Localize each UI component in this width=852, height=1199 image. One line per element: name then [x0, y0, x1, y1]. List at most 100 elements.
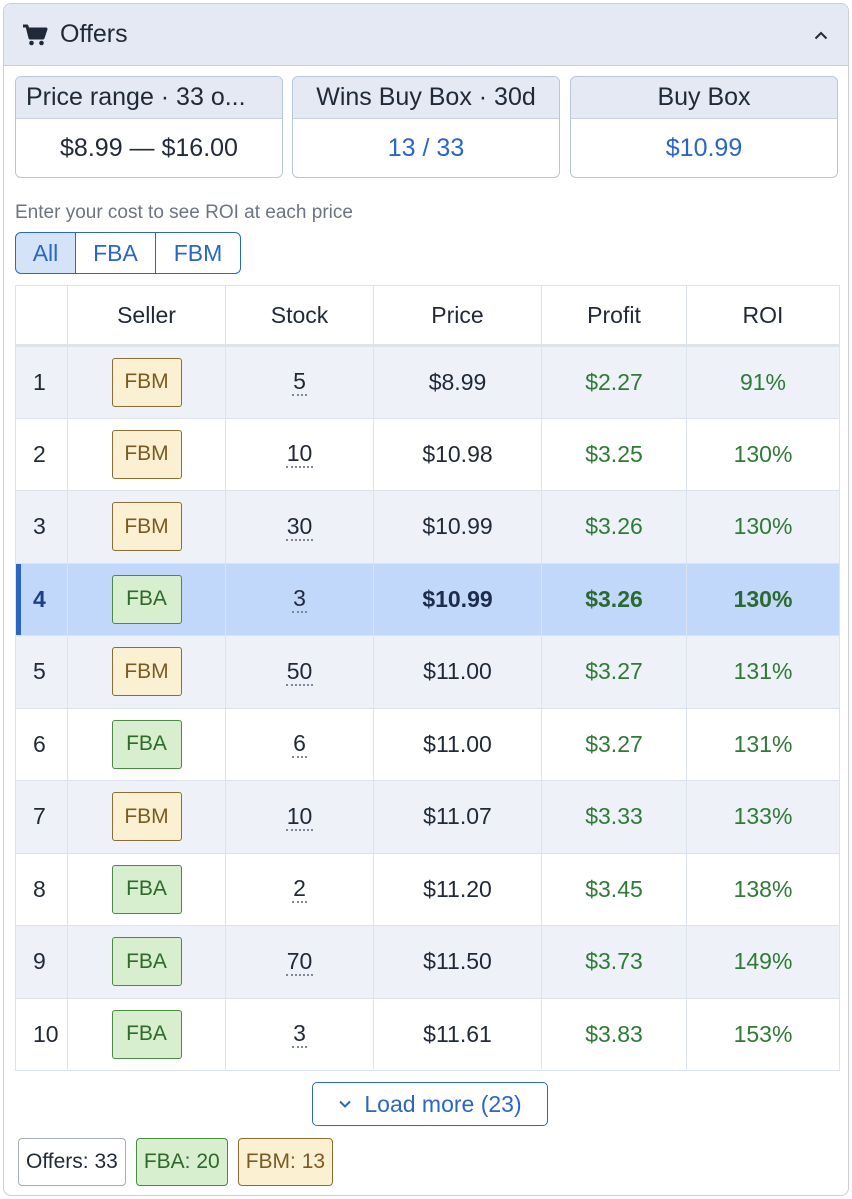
seller-badge: FBA: [111, 574, 182, 624]
row-rank: 5: [15, 635, 68, 709]
table-row[interactable]: 5 FBM 50 $11.00 $3.27 131%: [15, 635, 840, 709]
profit-cell: $3.26: [541, 490, 687, 564]
offers-panel: Offers Price range · 33 o... $8.99 — $16…: [3, 3, 849, 1196]
buy-box-wins-label: Wins Buy Box · 30d: [316, 83, 536, 111]
roi-cell: 133%: [686, 780, 840, 854]
load-more-button[interactable]: Load more (23): [312, 1082, 548, 1126]
panel-header[interactable]: Offers: [4, 4, 848, 66]
offers-count-chip: Offers: 33: [18, 1138, 126, 1186]
row-rank: 4: [15, 562, 68, 636]
row-rank: 7: [15, 780, 68, 854]
roi-cell: 131%: [686, 707, 840, 781]
roi-cell: 130%: [686, 490, 840, 564]
column-header-profit[interactable]: Profit: [541, 285, 687, 347]
seller-badge: FBA: [111, 719, 182, 769]
price-cell: $11.20: [373, 852, 542, 926]
chevron-down-icon: [339, 1100, 352, 1108]
table-row[interactable]: 10 FBA 3 $11.61 $3.83 153%: [15, 997, 840, 1071]
price-cell: $8.99: [373, 345, 542, 419]
stock-value[interactable]: 50: [285, 658, 314, 686]
profit-cell: $3.73: [541, 925, 687, 999]
seller-badge: FBM: [111, 792, 182, 842]
price-cell: $11.00: [373, 635, 542, 709]
cart-icon: [23, 24, 48, 45]
load-more-label: Load more (23): [364, 1090, 522, 1117]
profit-cell: $3.33: [541, 780, 687, 854]
profit-cell: $3.27: [541, 707, 687, 781]
stock-value[interactable]: 6: [292, 730, 307, 759]
row-rank: 6: [15, 707, 68, 781]
price-range-card: Price range · 33 o... $8.99 — $16.00: [15, 76, 283, 178]
column-header-roi[interactable]: ROI: [686, 285, 840, 347]
price-cell: $11.61: [373, 997, 542, 1071]
panel-title: Offers: [60, 20, 128, 48]
table-row[interactable]: 7 FBM 10 $11.07 $3.33 133%: [15, 780, 840, 854]
roi-cell: 130%: [686, 417, 840, 491]
chevron-up-icon: [814, 31, 828, 39]
price-cell: $10.99: [373, 490, 542, 564]
table-row[interactable]: 8 FBA 2 $11.20 $3.45 138%: [15, 852, 840, 926]
row-rank: 1: [15, 345, 68, 419]
profit-cell: $3.27: [541, 635, 687, 709]
table-row[interactable]: 6 FBA 6 $11.00 $3.27 131%: [15, 707, 840, 781]
row-rank: 9: [15, 925, 68, 999]
price-cell: $11.00: [373, 707, 542, 781]
row-rank: 10: [15, 997, 68, 1071]
column-header-price[interactable]: Price: [373, 285, 542, 347]
seller-badge: FBA: [111, 1009, 182, 1059]
seller-badge: FBM: [111, 502, 182, 552]
profit-cell: $3.26: [541, 562, 687, 636]
roi-cell: 138%: [686, 852, 840, 926]
seller-badge: FBA: [111, 864, 182, 914]
filter-fbm-button[interactable]: FBM: [155, 232, 241, 274]
stock-value[interactable]: 5: [292, 368, 307, 397]
column-header-rank: [15, 285, 68, 347]
stock-value[interactable]: 3: [292, 585, 307, 614]
stock-value[interactable]: 10: [285, 440, 314, 469]
buy-box-wins-card: Wins Buy Box · 30d 13 / 33: [292, 76, 560, 178]
fulfillment-filter: All FBA FBM: [15, 232, 241, 274]
profit-cell: $2.27: [541, 345, 687, 419]
profit-cell: $3.25: [541, 417, 687, 491]
price-cell: $10.99: [373, 562, 542, 636]
stock-value[interactable]: 10: [285, 803, 314, 831]
table-row-selected[interactable]: 4 FBA 3 $10.99 $3.26 130%: [15, 562, 840, 636]
roi-cell: 130%: [686, 562, 840, 636]
seller-badge: FBA: [111, 937, 182, 987]
table-row[interactable]: 3 FBM 30 $10.99 $3.26 130%: [15, 490, 840, 564]
stock-value[interactable]: 3: [292, 1020, 307, 1049]
buy-box-card: Buy Box $10.99: [570, 76, 838, 178]
buy-box-value: $10.99: [665, 133, 743, 162]
collapse-button[interactable]: [806, 20, 836, 50]
roi-cell: 149%: [686, 925, 840, 999]
price-range-value: $8.99 — $16.00: [60, 133, 238, 162]
table-row[interactable]: 2 FBM 10 $10.98 $3.25 130%: [15, 417, 840, 491]
row-rank: 2: [15, 417, 68, 491]
roi-cell: 91%: [686, 345, 840, 419]
filter-fba-button[interactable]: FBA: [75, 232, 156, 274]
stats-row: Price range · 33 o... $8.99 — $16.00 Win…: [15, 76, 838, 178]
price-cell: $11.50: [373, 925, 542, 999]
row-rank: 3: [15, 490, 68, 564]
buy-box-label: Buy Box: [657, 83, 751, 111]
table-row[interactable]: 9 FBA 70 $11.50 $3.73 149%: [15, 925, 840, 999]
offers-table: Seller Stock Price Profit ROI 1 FBM 5 $8…: [15, 285, 840, 1071]
filter-all-button[interactable]: All: [15, 232, 76, 274]
fba-count-chip: FBA: 20: [135, 1138, 228, 1186]
stock-value[interactable]: 2: [292, 875, 307, 904]
table-header-row: Seller Stock Price Profit ROI: [15, 285, 840, 347]
stock-value[interactable]: 70: [285, 948, 314, 976]
price-cell: $11.07: [373, 780, 542, 854]
table-body: 1 FBM 5 $8.99 $2.27 91% 2 FBM 10 $10.98 …: [15, 345, 840, 1071]
buy-box-wins-value: 13 / 33: [387, 133, 465, 162]
row-rank: 8: [15, 852, 68, 926]
table-row[interactable]: 1 FBM 5 $8.99 $2.27 91%: [15, 345, 840, 419]
seller-badge: FBM: [111, 429, 182, 479]
column-header-stock[interactable]: Stock: [225, 285, 374, 347]
profit-cell: $3.45: [541, 852, 687, 926]
roi-cell: 153%: [686, 997, 840, 1071]
seller-badge: FBM: [111, 357, 182, 407]
column-header-seller[interactable]: Seller: [67, 285, 226, 347]
stock-value[interactable]: 30: [285, 513, 314, 541]
price-cell: $10.98: [373, 417, 542, 491]
